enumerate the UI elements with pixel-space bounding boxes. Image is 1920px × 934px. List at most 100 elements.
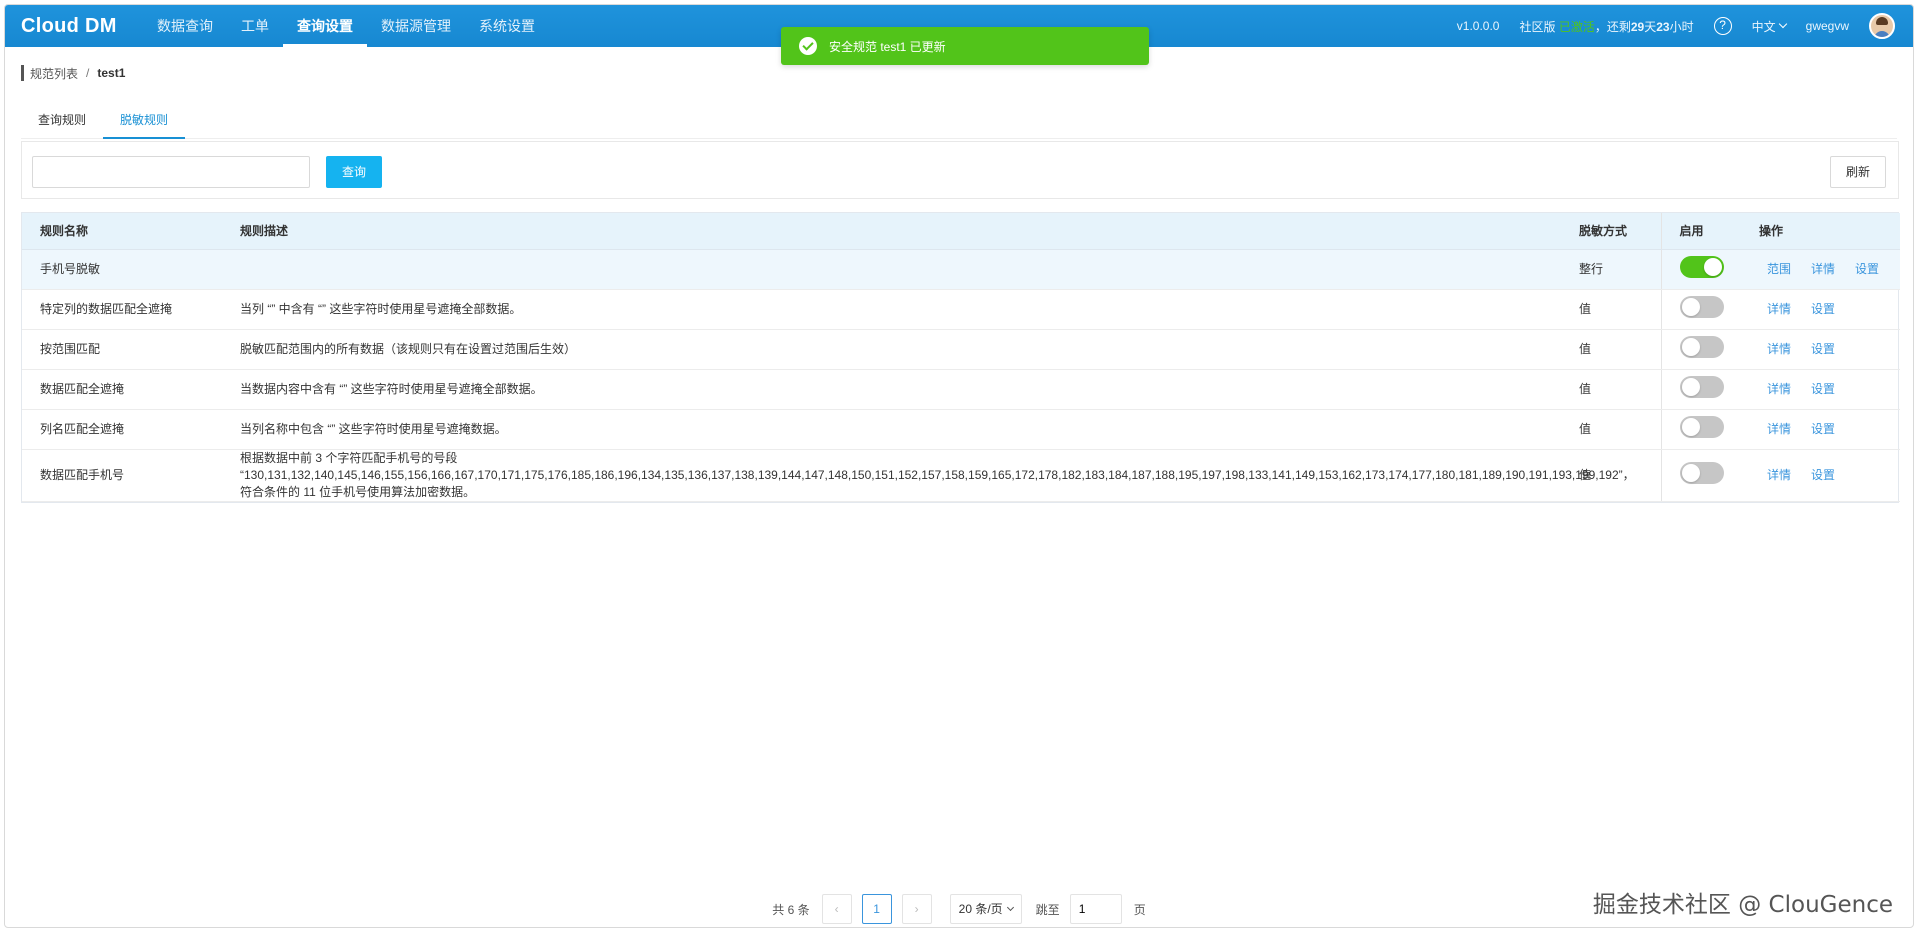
- table-row: 按范围匹配 脱敏匹配范围内的所有数据（该规则只有在设置过范围后生效）值 详情 设置: [22, 329, 1900, 370]
- masking-rules-table: 规则名称 规则描述 脱敏方式 启用 操作 手机号脱敏 整行 范围 详情 设置 特定列的数据…: [21, 212, 1900, 503]
- tab-query-rules[interactable]: 查询规则: [21, 103, 103, 139]
- search-input[interactable]: [32, 156, 310, 188]
- settings-link[interactable]: 设置: [1811, 342, 1835, 356]
- details-link[interactable]: 详情: [1767, 342, 1791, 356]
- rule-description-cell: 脱敏匹配范围内的所有数据（该规则只有在设置过范围后生效）: [222, 329, 1561, 370]
- page-unit-label: 页: [1133, 902, 1146, 917]
- column-header-description: 规则描述: [222, 213, 1561, 250]
- remaining-days: 29: [1630, 19, 1645, 34]
- table-row: 列名匹配全遮掩 当列名称中包含 “” 这些字符时使用星号遮掩数据。值 详情 设置: [22, 409, 1900, 450]
- settings-link[interactable]: 设置: [1811, 382, 1835, 396]
- version-label: v1.0.0.0: [1456, 19, 1500, 33]
- rule-name-cell: 特定列的数据匹配全遮掩: [22, 289, 222, 330]
- nav-right-area: v1.0.0.0 社区版 已激活，还剩29天23小时 ? 中文 gwegvw: [1457, 5, 1913, 47]
- app-logo: Cloud DM: [21, 14, 117, 37]
- column-header-actions: 操作: [1741, 213, 1900, 250]
- jump-label: 跳至: [1035, 902, 1060, 917]
- table-row: 数据匹配手机号 根据数据中前 3 个字符匹配手机号的号段 “130,131,132…: [22, 449, 1900, 502]
- activation-status: 已激活: [1558, 19, 1595, 34]
- rule-description-cell: 当列 “” 中含有 “” 这些字符时使用星号遮掩全部数据。: [222, 289, 1561, 330]
- remaining-prefix: ，还剩: [1594, 19, 1631, 34]
- toast-message: 安全规范 test1 已更新: [829, 39, 946, 54]
- rule-name-cell: 按范围匹配: [22, 329, 222, 370]
- nav-item-query-settings[interactable]: 查询设置: [283, 5, 367, 47]
- masking-method-cell: 值: [1561, 329, 1661, 370]
- masking-method-cell: 整行: [1561, 249, 1661, 290]
- language-label: 中文: [1751, 19, 1776, 34]
- chevron-down-icon: [1778, 19, 1787, 29]
- enabled-cell: [1660, 289, 1741, 330]
- actions-cell: 范围 详情 设置: [1741, 249, 1900, 290]
- prev-page-button[interactable]: ‹: [821, 894, 852, 924]
- tab-masking-rules[interactable]: 脱敏规则: [103, 103, 186, 139]
- masking-method-cell: 值: [1561, 409, 1661, 450]
- settings-link[interactable]: 设置: [1811, 468, 1835, 482]
- username[interactable]: gwegvw: [1806, 19, 1849, 33]
- remaining-days-unit: 天: [1644, 19, 1657, 34]
- details-link[interactable]: 详情: [1767, 302, 1791, 316]
- rule-tabs: 查询规则 脱敏规则: [21, 103, 1897, 139]
- rule-name-cell: 数据匹配全遮掩: [22, 369, 222, 410]
- enable-toggle[interactable]: [1679, 375, 1724, 398]
- actions-cell: 详情 设置: [1741, 329, 1900, 370]
- settings-link[interactable]: 设置: [1811, 302, 1835, 316]
- enabled-cell: [1660, 409, 1741, 450]
- enabled-cell: [1660, 249, 1741, 290]
- rule-name-cell: 手机号脱敏: [22, 249, 222, 290]
- actions-cell: 详情 设置: [1741, 409, 1900, 450]
- breadcrumb-separator: /: [86, 66, 90, 80]
- actions-cell: 详情 设置: [1741, 289, 1900, 330]
- rule-name-cell: 数据匹配手机号: [22, 449, 222, 502]
- masking-method-cell: 值: [1561, 289, 1661, 330]
- nav-item-tickets[interactable]: 工单: [227, 5, 283, 47]
- license-status: 社区版 已激活，还剩29天23小时: [1519, 18, 1693, 35]
- breadcrumb-current: test1: [97, 66, 126, 80]
- details-link[interactable]: 详情: [1811, 262, 1835, 276]
- settings-link[interactable]: 设置: [1811, 422, 1835, 436]
- table-row: 特定列的数据匹配全遮掩 当列 “” 中含有 “” 这些字符时使用星号遮掩全部数据。…: [22, 289, 1900, 330]
- rule-description-cell: 当列名称中包含 “” 这些字符时使用星号遮掩数据。: [222, 409, 1561, 450]
- enable-toggle[interactable]: [1679, 335, 1724, 358]
- breadcrumb-parent[interactable]: 规范列表: [30, 65, 78, 82]
- enable-toggle[interactable]: [1679, 415, 1724, 438]
- jump-page-input[interactable]: [1069, 894, 1122, 924]
- check-circle-icon: [799, 37, 817, 55]
- app-window: Cloud DM 数据查询 工单 查询设置 数据源管理 系统设置 v1.0.0.…: [4, 4, 1914, 928]
- column-header-enabled: 启用: [1660, 213, 1741, 250]
- watermark: 掘金技术社区 @ ClouGence: [1592, 892, 1893, 918]
- avatar[interactable]: [1869, 13, 1895, 39]
- rule-description-cell: 当数据内容中含有 “” 这些字符时使用星号遮掩全部数据。: [222, 369, 1561, 410]
- actions-cell: 详情 设置: [1741, 449, 1900, 502]
- page-size-label: 20 条/页: [958, 902, 1003, 916]
- enabled-cell: [1660, 369, 1741, 410]
- rule-description-cell: 根据数据中前 3 个字符匹配手机号的号段 “130,131,132,140,14…: [222, 449, 1635, 502]
- nav-item-datasource[interactable]: 数据源管理: [367, 5, 465, 47]
- enable-toggle[interactable]: [1679, 295, 1724, 318]
- settings-link[interactable]: 设置: [1855, 262, 1879, 276]
- column-header-method: 脱敏方式: [1561, 213, 1661, 250]
- enable-toggle[interactable]: [1679, 461, 1724, 484]
- refresh-button[interactable]: 刷新: [1830, 156, 1886, 188]
- search-toolbar: 查询 刷新: [21, 141, 1899, 199]
- details-link[interactable]: 详情: [1767, 468, 1791, 482]
- page-size-select[interactable]: 20 条/页: [949, 894, 1022, 924]
- remaining-hours: 23: [1656, 19, 1670, 34]
- rule-description-cell: [222, 249, 1561, 290]
- details-link[interactable]: 详情: [1767, 382, 1791, 396]
- column-header-name: 规则名称: [22, 213, 222, 250]
- query-button[interactable]: 查询: [326, 156, 382, 188]
- page-number-button[interactable]: 1: [861, 894, 892, 924]
- nav-item-system-settings[interactable]: 系统设置: [465, 5, 549, 47]
- breadcrumb: 规范列表 / test1: [21, 65, 125, 81]
- enable-toggle[interactable]: [1679, 255, 1724, 278]
- details-link[interactable]: 详情: [1767, 422, 1791, 436]
- help-icon[interactable]: ?: [1713, 17, 1732, 35]
- next-page-button[interactable]: ›: [901, 894, 932, 924]
- nav-item-data-query[interactable]: 数据查询: [143, 5, 227, 47]
- scope-link[interactable]: 范围: [1767, 262, 1791, 276]
- language-selector[interactable]: 中文: [1751, 18, 1787, 35]
- pagination-total: 共 6 条: [772, 902, 810, 917]
- table-row: 手机号脱敏 整行 范围 详情 设置: [22, 249, 1900, 290]
- chevron-down-icon: [1006, 903, 1014, 911]
- rule-name-cell: 列名匹配全遮掩: [22, 409, 222, 450]
